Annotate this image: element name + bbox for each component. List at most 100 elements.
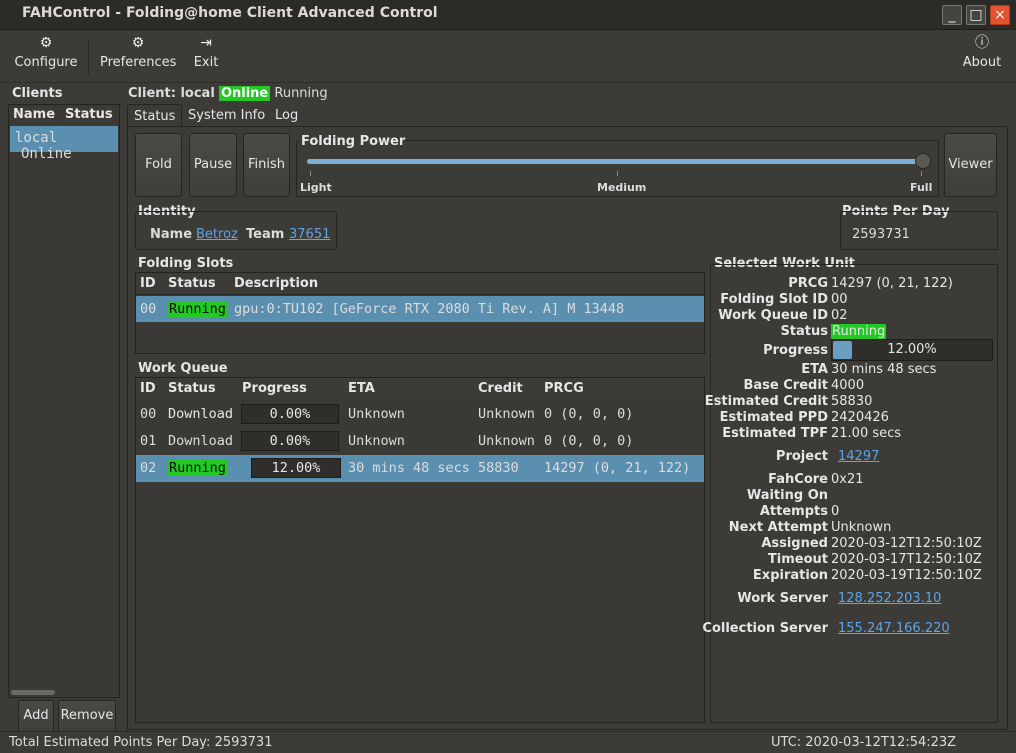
maximize-button[interactable]: □	[966, 5, 986, 25]
utc-time-text: UTC: 2020-03-12T12:54:23Z	[771, 735, 957, 750]
identity-team-label: Team	[246, 227, 285, 242]
wu-slot: 00	[831, 292, 848, 307]
ppd-group: 2593731	[840, 211, 998, 250]
toolbar-separator	[88, 39, 89, 75]
col-description[interactable]: Description	[234, 276, 318, 291]
wq-col-eta[interactable]: ETA	[348, 381, 375, 396]
wu-attempts-label: Attempts	[759, 504, 828, 519]
work-queue-header: ID Status Progress ETA Credit PRCG	[136, 378, 704, 400]
wu-waiting-label: Waiting On	[746, 488, 828, 503]
wu-est-ppd: 2420426	[831, 410, 889, 425]
info-icon: ⓘ	[975, 35, 989, 51]
ppd-value: 2593731	[852, 227, 910, 242]
wq-col-credit[interactable]: Credit	[478, 381, 523, 396]
work-queue-row[interactable]: 00 Download 0.00% Unknown Unknown 0 (0, …	[136, 401, 704, 428]
wu-project-link[interactable]: 14297	[838, 449, 879, 464]
wu-queue: 02	[831, 308, 848, 323]
work-queue-row[interactable]: 01 Download 0.00% Unknown Unknown 0 (0, …	[136, 428, 704, 455]
wq-eta: Unknown	[348, 433, 405, 449]
close-button[interactable]: ×	[990, 5, 1010, 25]
wu-status-label: Status	[780, 324, 828, 339]
wq-id: 02	[140, 460, 157, 476]
wu-collection-server-link[interactable]: 155.247.166.220	[838, 621, 950, 636]
clients-col-status[interactable]: Status	[65, 107, 113, 122]
client-row-local[interactable]: local Online	[10, 126, 118, 162]
wq-col-prcg[interactable]: PRCG	[544, 381, 584, 396]
title-bar: FAHControl - Folding@home Client Advance…	[0, 0, 1016, 30]
wq-col-progress[interactable]: Progress	[242, 381, 307, 396]
folding-slots-title: Folding Slots	[138, 256, 234, 271]
wu-expiration-label: Expiration	[752, 568, 828, 583]
clients-panel: Clients Name Status local Online Add Rem…	[8, 86, 120, 736]
wu-timeout: 2020-03-17T12:50:10Z	[831, 552, 982, 567]
wu-assigned-label: Assigned	[761, 536, 828, 551]
slot-description: gpu:0:TU102 [GeForce RTX 2080 Ti Rev. A]…	[234, 301, 625, 317]
power-medium-label: Medium	[597, 181, 647, 194]
work-queue-table: ID Status Progress ETA Credit PRCG 00 Do…	[135, 377, 705, 723]
wu-fahcore: 0x21	[831, 472, 864, 487]
wu-next-attempt: Unknown	[831, 520, 892, 535]
client-state: Running	[274, 86, 328, 101]
pause-button[interactable]: Pause	[189, 133, 237, 197]
folding-power-fill	[307, 159, 925, 164]
wu-eta-label: ETA	[801, 362, 828, 377]
col-id[interactable]: ID	[140, 276, 156, 291]
wq-status: Download	[168, 433, 234, 449]
client-status: Online	[21, 146, 72, 162]
clients-col-name[interactable]: Name	[13, 107, 56, 122]
client-label: Client: local	[128, 86, 215, 101]
wu-expiration: 2020-03-19T12:50:10Z	[831, 568, 982, 583]
work-queue-title: Work Queue	[138, 361, 228, 376]
tab-system-info[interactable]: System Info	[182, 104, 271, 127]
identity-name-label: Name	[150, 227, 193, 242]
exit-label: Exit	[193, 55, 219, 70]
wu-slot-label: Folding Slot ID	[720, 292, 828, 307]
work-queue-row-selected[interactable]: 02 Running 12.00% 30 mins 48 secs 58830 …	[136, 455, 704, 482]
wu-progress-bar: 12.00%	[831, 339, 993, 361]
clients-scrollbar[interactable]	[11, 690, 55, 695]
wu-fahcore-label: FahCore	[768, 472, 828, 487]
window-title: FAHControl - Folding@home Client Advance…	[22, 5, 438, 21]
preferences-button[interactable]: ⚙ Preferences	[100, 35, 176, 70]
client-online-badge: Online	[218, 86, 271, 101]
wq-progress: 12.00%	[251, 458, 341, 478]
add-client-button[interactable]: Add	[18, 700, 54, 732]
wu-progress-text: 12.00%	[887, 342, 937, 357]
wu-work-server-link[interactable]: 128.252.203.10	[838, 591, 941, 606]
wu-collection-server-label: Collection Server	[702, 621, 828, 636]
gear-icon: ⚙	[39, 35, 53, 51]
folding-power-handle[interactable]	[915, 153, 931, 169]
about-button[interactable]: ⓘ About	[958, 35, 1006, 70]
folding-slot-row[interactable]: 00 Running gpu:0:TU102 [GeForce RTX 2080…	[136, 296, 704, 322]
finish-button[interactable]: Finish	[243, 133, 290, 197]
wu-est-tpf-label: Estimated TPF	[722, 426, 828, 441]
wu-est-ppd-label: Estimated PPD	[719, 410, 828, 425]
folding-power-slider[interactable]	[307, 153, 931, 169]
wq-col-status[interactable]: Status	[168, 381, 216, 396]
minimize-button[interactable]: _	[942, 5, 962, 25]
col-status[interactable]: Status	[168, 276, 216, 291]
tab-status[interactable]: Status	[127, 104, 183, 127]
tick	[310, 171, 311, 176]
viewer-button[interactable]: Viewer	[944, 133, 997, 197]
exit-button[interactable]: ⇥ Exit	[188, 35, 224, 70]
wu-base-credit: 4000	[831, 378, 865, 393]
identity-team-link[interactable]: 37651	[289, 227, 330, 242]
fold-button[interactable]: Fold	[135, 133, 182, 197]
tick	[921, 171, 922, 176]
gear-icon: ⚙	[131, 35, 145, 51]
configure-button[interactable]: ⚙ Configure	[14, 35, 78, 70]
slot-status: Running	[168, 301, 227, 317]
wq-col-id[interactable]: ID	[140, 381, 156, 396]
wu-queue-label: Work Queue ID	[718, 308, 828, 323]
wq-progress: 0.00%	[241, 431, 339, 451]
wu-est-credit-label: Estimated Credit	[704, 394, 828, 409]
wq-progress: 0.00%	[241, 404, 339, 424]
exit-door-icon: ⇥	[200, 35, 212, 51]
remove-client-button[interactable]: Remove	[58, 700, 116, 732]
wu-prcg-label: PRCG	[788, 276, 828, 291]
toolbar: ⚙ Configure ⚙ Preferences ⇥ Exit ⓘ About	[0, 31, 1016, 83]
clients-title: Clients	[12, 86, 63, 101]
tab-log[interactable]: Log	[269, 104, 304, 127]
identity-name-link[interactable]: Betroz	[196, 227, 238, 242]
